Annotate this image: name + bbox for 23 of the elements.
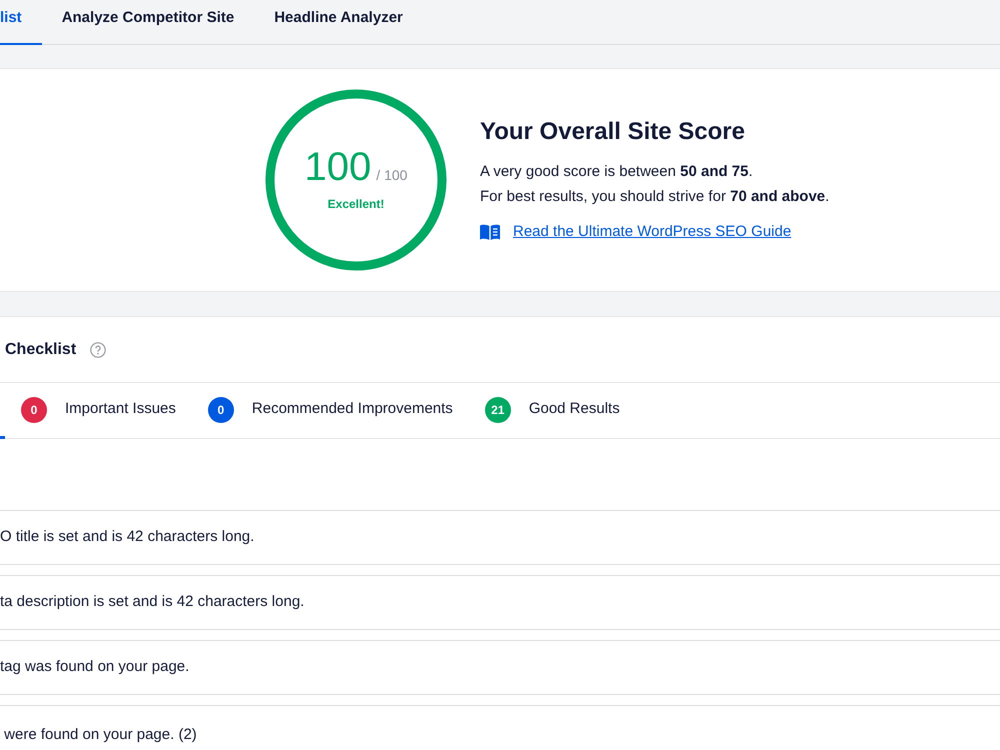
- checklist-tab[interactable]: 21 Good Results: [468, 383, 636, 439]
- result-text: ta description is set and is 42 characters long.: [0, 592, 304, 612]
- nav-tab[interactable]: list: [0, 0, 42, 45]
- count-badge: 0: [21, 396, 47, 422]
- count-badge: 0: [208, 396, 234, 422]
- result-text: tag was found on your page.: [0, 657, 190, 678]
- score-max: / 100: [376, 166, 408, 185]
- checklist-title: Checklist: [5, 340, 76, 360]
- score-description: A very good score is between 50 and 75.: [480, 162, 754, 182]
- help-icon[interactable]: [90, 342, 106, 358]
- book-icon: [480, 224, 500, 240]
- score-description: For best results, you should strive for 70 and above.: [480, 186, 830, 207]
- checklist-tab[interactable]: 0 Important Issues: [5, 383, 192, 439]
- nav-tab[interactable]: Headline Analyzer: [254, 0, 423, 45]
- checklist-tab[interactable]: 0 Recommended Improvements: [192, 383, 469, 439]
- result-text: were found on your page. (2): [3, 725, 197, 745]
- nav-tab[interactable]: Analyze Competitor Site: [42, 0, 254, 45]
- score-rating: Excellent!: [328, 196, 384, 213]
- score-value: 100: [304, 147, 372, 187]
- score-title: Your Overall Site Score: [480, 116, 746, 147]
- result-text: O title is set and is 42 characters long.: [0, 527, 254, 548]
- count-badge: 21: [484, 396, 511, 422]
- seo-guide-link[interactable]: Read the Ultimate WordPress SEO Guide: [513, 220, 792, 244]
